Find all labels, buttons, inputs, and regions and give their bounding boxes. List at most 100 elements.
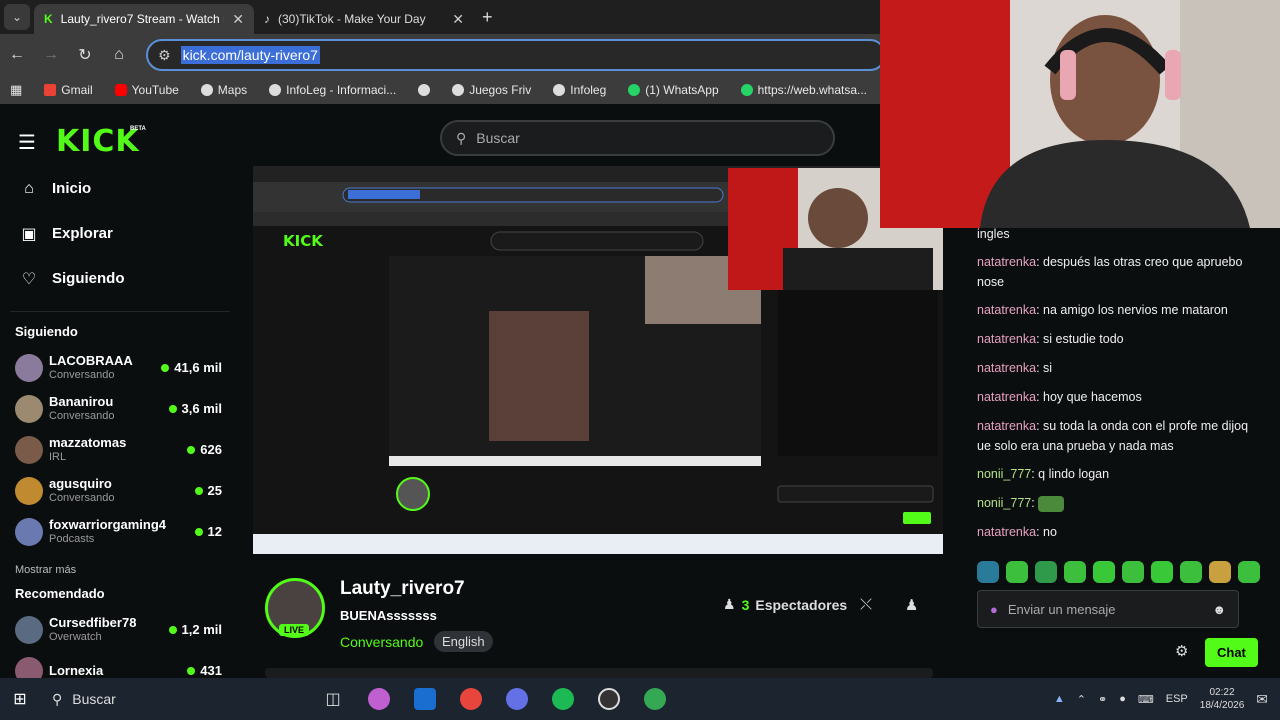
bookmark-gmail[interactable]: Gmail [44,83,93,97]
site-settings-icon[interactable]: ⚙ [158,47,171,64]
viewer-count: 626 [187,442,222,457]
back-arrow-icon[interactable]: ← [0,46,34,64]
bookmark-unnamed[interactable] [418,84,431,96]
tiktok-icon: ♪ [264,12,270,26]
chevron-up-icon[interactable]: ⌃ [1077,693,1086,706]
address-bar[interactable]: ⚙ kick.com/lauty-rivero7 [146,39,886,71]
emote-icon[interactable] [1151,561,1173,583]
keyboard-icon[interactable]: ⌨ [1138,693,1154,706]
emote-icon[interactable] [1006,561,1028,583]
bookmark-juegos-friv[interactable]: Juegos Friv [452,83,531,97]
copilot-icon[interactable] [356,688,402,710]
thermometer-icon[interactable]: ▲ [1054,693,1065,705]
viewer-count: 431 [187,663,222,678]
chat-username[interactable]: natatrenka [977,419,1036,433]
chat-settings-gear-icon[interactable]: ⚙ [1175,642,1188,660]
chat-username[interactable]: natatrenka [977,361,1036,375]
reload-icon[interactable]: ↻ [68,45,102,65]
channel-info: foxwarriorgaming4 Podcasts [49,517,195,546]
channel-item[interactable]: foxwarriorgaming4 Podcasts 12 [0,511,240,552]
url-text[interactable]: kick.com/lauty-rivero7 [180,46,320,64]
follow-user-icon[interactable]: ♟ [905,596,918,614]
windows-taskbar: ⊞ ⚲ Buscar ◫ ▲ ⌃ ⚭ ● ⌨ ESP 02:22 18/4/20… [0,678,1280,720]
emote-icon[interactable] [1122,561,1144,583]
kick-logo[interactable]: KICK [56,124,140,159]
emote-icon[interactable] [1209,561,1231,583]
channel-info: agusquiro Conversando [49,476,195,505]
chat-username[interactable]: natatrenka [977,303,1036,317]
users-icon: ♟ [723,596,736,612]
globe-icon [553,84,566,96]
show-more-link[interactable]: Mostrar más [0,564,240,576]
emoji-icon[interactable]: ☻ [1212,602,1226,617]
network-icon[interactable]: ⚭ [1098,693,1107,706]
category-link[interactable]: Conversando [340,634,423,650]
bookmark-youtube[interactable]: YouTube [114,83,179,97]
emote-icon[interactable] [1064,561,1086,583]
taskbar-search[interactable]: ⚲ Buscar [40,683,310,715]
channel-item[interactable]: mazzatomas IRL 626 [0,429,240,470]
channel-item[interactable]: Bananirou Conversando 3,6 mil [0,388,240,429]
chat-username[interactable]: nonii_777 [977,496,1031,510]
share-icon[interactable]: ⤬ [860,596,872,613]
bookmark-label: YouTube [131,83,179,97]
clock[interactable]: 02:22 18/4/2026 [1200,686,1245,712]
language-tag[interactable]: English [434,631,493,652]
close-tab-icon[interactable]: ✕ [232,11,244,28]
channel-item[interactable]: LACOBRAAA Conversando 41,6 mil [0,347,240,388]
send-chat-button[interactable]: Chat [1205,638,1258,667]
emote-icon[interactable] [1238,561,1260,583]
language-indicator[interactable]: ESP [1166,693,1188,705]
channel-name: foxwarriorgaming4 [49,517,167,533]
tab-tiktok[interactable]: ♪ (30)TikTok - Make Your Day ✕ [254,4,474,34]
chat-username[interactable]: natatrenka [977,525,1036,539]
chat-message-input[interactable]: ● Enviar un mensaje ☻ [977,590,1239,628]
search-input[interactable]: ⚲ Buscar [440,120,835,156]
bookmark-infoleg-2[interactable]: Infoleg [553,83,606,97]
notifications-icon[interactable]: ✉ [1256,691,1268,708]
discord-icon[interactable] [494,688,540,710]
viewer-count: 25 [194,483,222,498]
outlook-icon[interactable] [402,688,448,710]
avatar [15,476,43,505]
chat-username[interactable]: natatrenka [977,255,1036,269]
chat-username[interactable]: natatrenka [977,332,1036,346]
nav-siguiendo[interactable]: ♡ Siguiendo [0,256,240,301]
avatar [15,615,43,644]
emote-icon[interactable] [1180,561,1202,583]
chrome-profile-icon[interactable] [632,688,678,710]
obs-icon[interactable] [586,688,632,710]
windows-start-icon[interactable]: ⊞ [0,689,40,709]
home-icon: ⌂ [24,179,34,197]
close-tab-icon[interactable]: ✕ [452,11,464,28]
streamer-name[interactable]: Lauty_rivero7 [340,578,465,600]
tab-kick[interactable]: K Lauty_rivero7 Stream - Watch L ✕ [34,4,254,34]
chat-username[interactable]: natatrenka [977,390,1036,404]
bookmark-whatsapp[interactable]: (1) WhatsApp [628,83,719,97]
forward-arrow-icon[interactable]: → [34,46,68,64]
hamburger-menu-icon[interactable]: ☰ [18,130,36,155]
channel-item[interactable]: agusquiro Conversando 25 [0,470,240,511]
emote-icon[interactable] [1035,561,1057,583]
new-tab-plus-icon[interactable]: + [482,7,493,28]
spotify-icon[interactable] [540,688,586,710]
viewer-label: Espectadores [755,596,848,613]
bookmark-infoleg[interactable]: InfoLeg - Informaci... [269,83,396,97]
microphone-icon[interactable]: ● [1119,693,1126,705]
apps-grid-icon[interactable]: ▦ [10,82,22,98]
chat-username[interactable]: nonii_777 [977,467,1031,481]
home-icon[interactable]: ⌂ [102,46,136,64]
chrome-icon[interactable] [448,688,494,710]
live-dot-icon [168,404,177,413]
emote-icon[interactable] [1093,561,1115,583]
task-view-icon[interactable]: ◫ [310,689,356,709]
nav-inicio[interactable]: ⌂ Inicio [0,166,240,211]
nav-explorar[interactable]: ▣ Explorar [0,211,240,256]
tab-search-chevron-icon[interactable]: ⌄ [4,4,30,30]
emote-icon[interactable] [977,561,999,583]
bookmark-web-whatsapp[interactable]: https://web.whatsa... [740,83,867,97]
bookmark-maps[interactable]: Maps [200,83,247,97]
chat-text: : na amigo los nervios me mataron [1036,303,1228,317]
nav-label: Inicio [52,180,92,197]
channel-item[interactable]: Cursedfiber78 Overwatch 1,2 mil [0,609,240,650]
